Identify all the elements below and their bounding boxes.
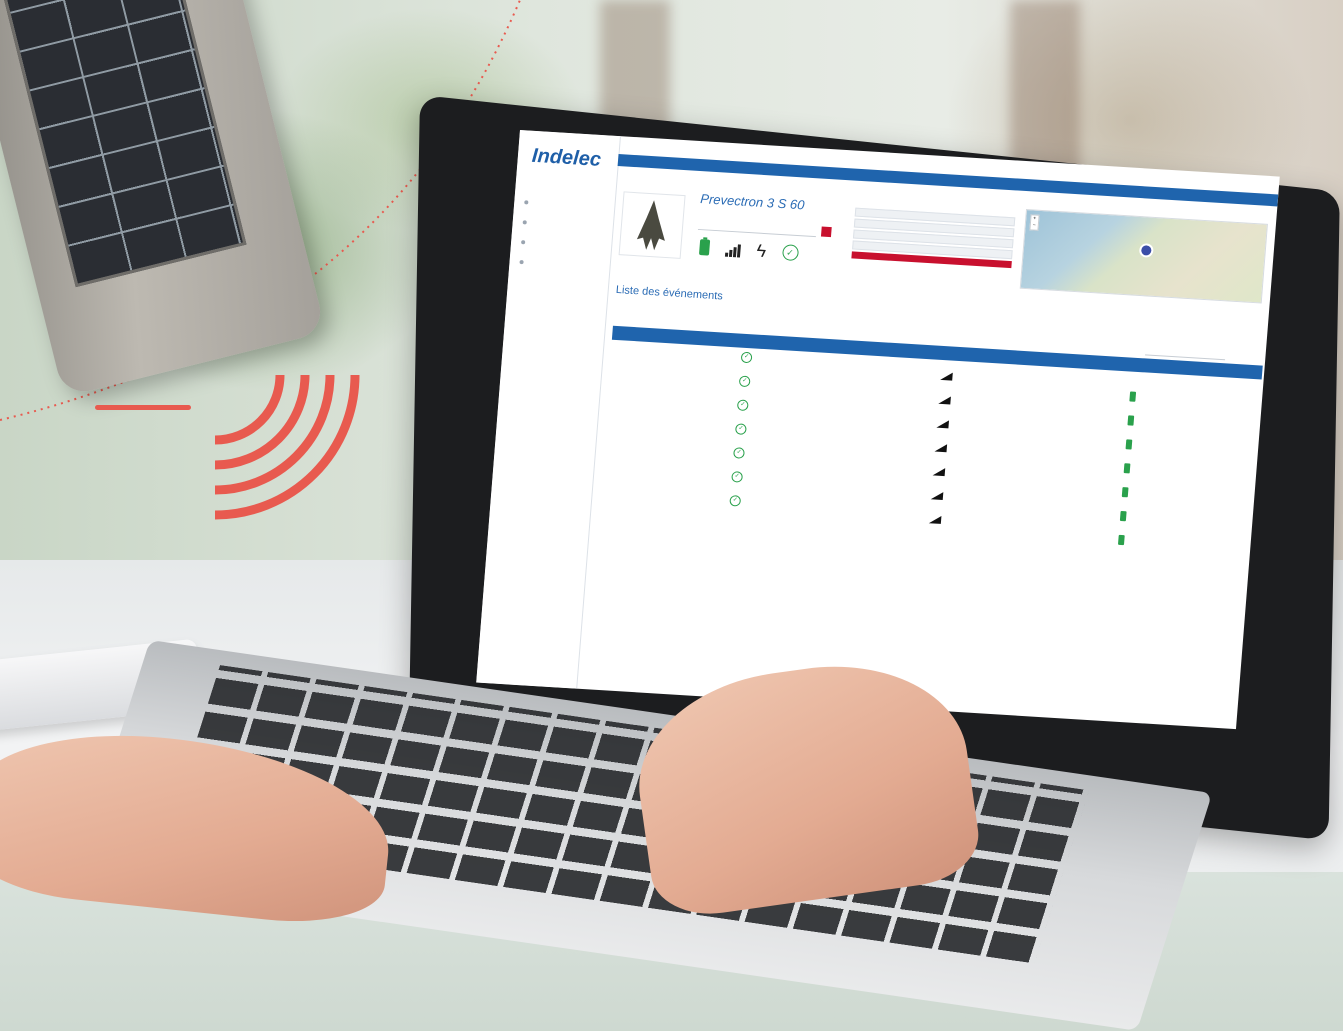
solar-panel <box>0 0 247 288</box>
home-icon <box>524 200 529 205</box>
wireless-signal-icon <box>214 374 360 520</box>
signal-icon <box>940 371 953 381</box>
battery-icon <box>698 239 711 256</box>
product-title: Prevectron 3 S 60 <box>699 191 806 213</box>
brand-logo[interactable]: Indelec <box>531 145 602 172</box>
check-icon: ✓ <box>734 423 747 435</box>
check-icon: ✓ <box>736 399 749 412</box>
check-icon: ✓ <box>733 447 745 459</box>
product-image <box>618 191 686 259</box>
sidebar-item-2[interactable] <box>522 220 531 225</box>
check-icon: ✓ <box>781 244 799 262</box>
lightning-icon: ϟ <box>755 240 767 262</box>
signal-icon <box>930 491 944 501</box>
events-title: Liste des événements <box>615 283 724 303</box>
edit-button[interactable] <box>820 226 832 238</box>
signal-icon <box>934 443 948 453</box>
location-map[interactable]: + − <box>1019 209 1268 304</box>
status-icons: ϟ ✓ <box>698 239 799 262</box>
battery-icon <box>1117 534 1125 546</box>
signal-icon <box>936 419 950 429</box>
signal-icon <box>932 467 946 477</box>
map-pin-icon[interactable] <box>1138 243 1154 258</box>
device-fields <box>851 206 1016 269</box>
check-icon: ✓ <box>738 375 751 388</box>
list-icon <box>521 240 526 245</box>
check-icon: ✓ <box>740 351 753 364</box>
sidebar-item-4[interactable] <box>519 260 527 265</box>
product-name-input[interactable] <box>697 220 817 238</box>
user-icon <box>519 260 524 265</box>
device-led-indicator <box>95 405 191 410</box>
signal-icon <box>724 244 741 258</box>
lightning-rod-icon <box>636 200 665 251</box>
sidebar-item-1[interactable] <box>524 200 532 205</box>
signal-icon <box>928 515 942 524</box>
check-icon: ✓ <box>731 471 744 483</box>
signal-icon <box>938 395 951 405</box>
sidebar-item-3[interactable] <box>521 240 529 245</box>
laptop-screen: Indelec Prevectron 3 S 60 ϟ ✓ + − Liste … <box>476 130 1280 730</box>
device-icon <box>522 220 527 225</box>
check-icon: ✓ <box>729 495 742 507</box>
map-zoom-control[interactable]: + − <box>1029 214 1040 231</box>
